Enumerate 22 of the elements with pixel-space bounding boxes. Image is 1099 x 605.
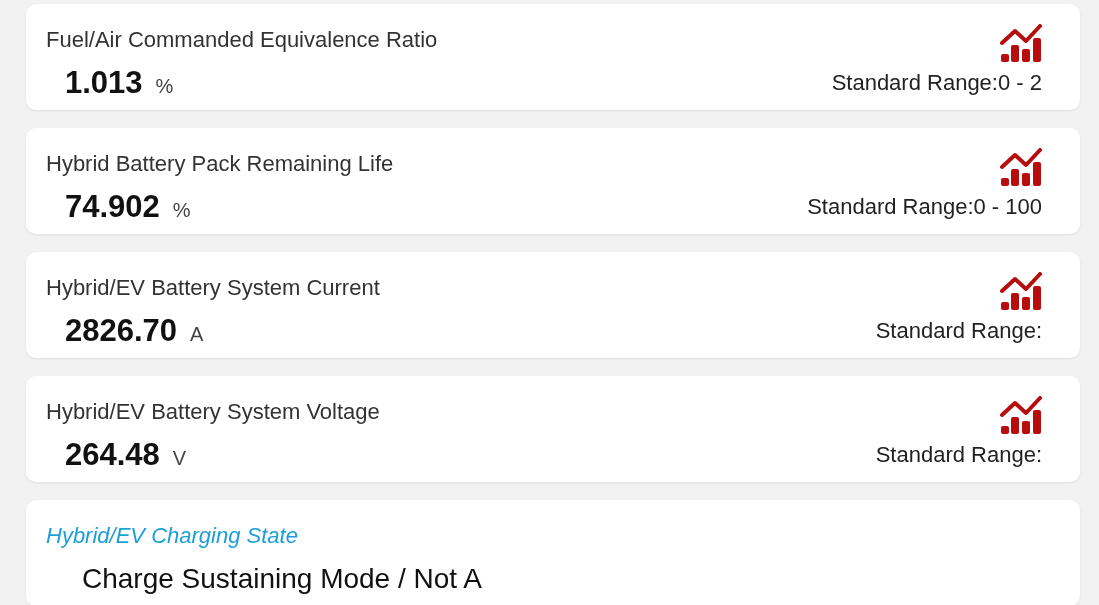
- parameter-name: Hybrid/EV Battery System Voltage: [46, 398, 380, 426]
- unit-label: A: [190, 322, 204, 346]
- chart-icon[interactable]: [1000, 148, 1042, 186]
- parameter-value: Charge Sustaining Mode / Not A: [82, 562, 482, 596]
- chart-icon[interactable]: [1000, 24, 1042, 62]
- standard-range-label: Standard Range:: [875, 317, 1042, 345]
- standard-range-label: Standard Range:: [875, 441, 1042, 469]
- standard-range-label: Standard Range:0 - 100: [807, 193, 1042, 221]
- parameter-name: Hybrid/EV Charging State: [46, 522, 298, 550]
- parameter-value: 1.013: [65, 64, 143, 102]
- parameter-value: 74.902: [65, 188, 160, 226]
- standard-range-label: Standard Range:0 - 2: [831, 69, 1042, 97]
- parameter-name: Hybrid Battery Pack Remaining Life: [46, 150, 394, 178]
- unit-label: V: [172, 446, 187, 470]
- chart-icon[interactable]: [1000, 272, 1042, 310]
- parameter-name: Hybrid/EV Battery System Current: [46, 274, 380, 302]
- parameter-value: 2826.70: [65, 312, 178, 350]
- parameter-name: Fuel/Air Commanded Equivalence Ratio: [46, 26, 438, 54]
- unit-label: %: [172, 198, 191, 222]
- parameter-value: 264.48: [65, 436, 160, 474]
- chart-icon[interactable]: [1000, 396, 1042, 434]
- unit-label: %: [155, 74, 174, 98]
